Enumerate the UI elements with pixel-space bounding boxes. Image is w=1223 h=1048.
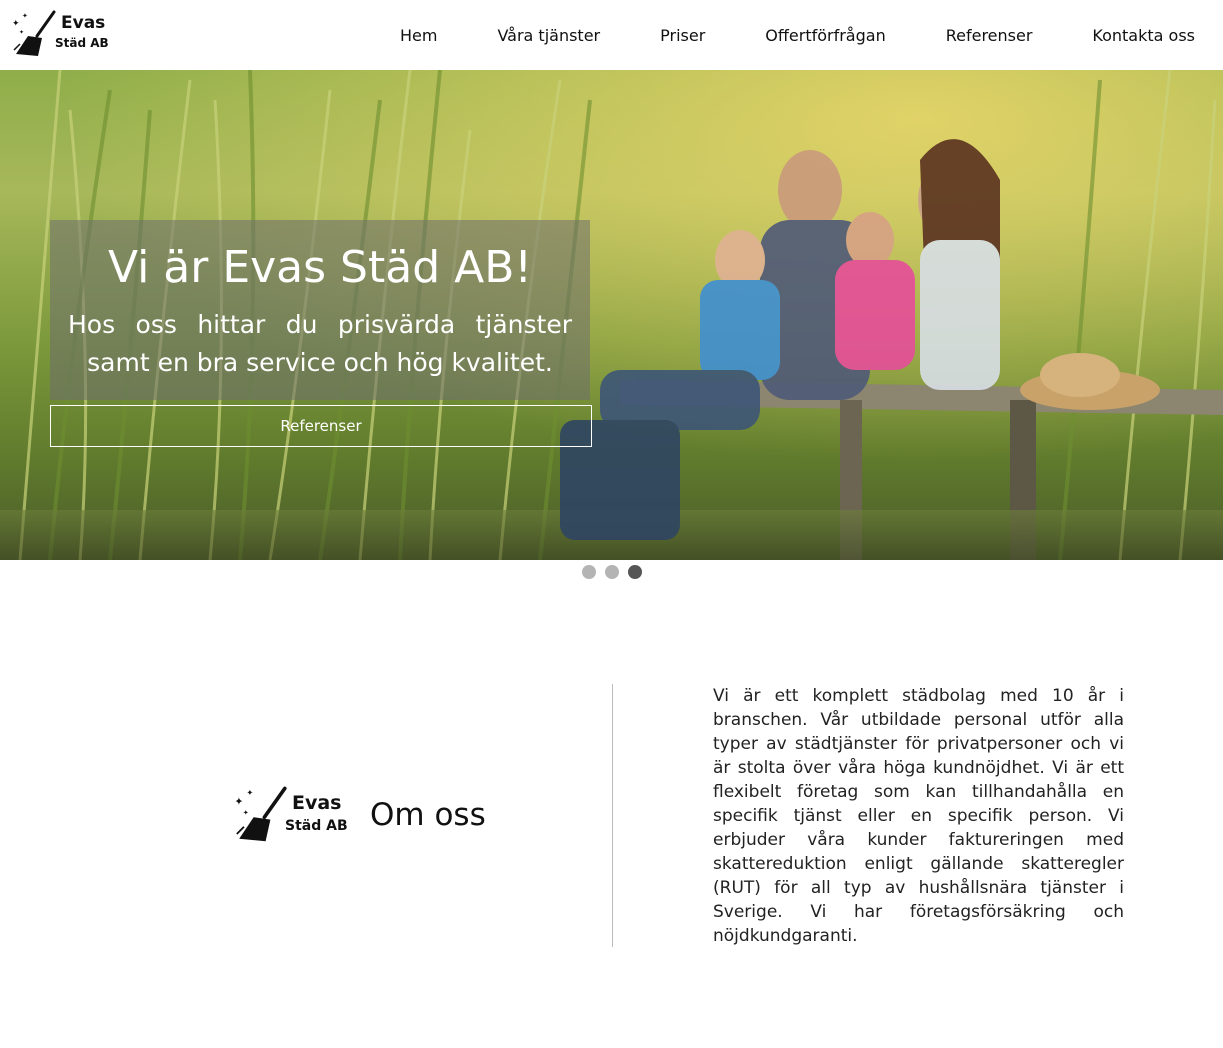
site-header: ✦ ✦ ✦ Evas Städ AB Hem Våra tjänster Pri… [0, 0, 1223, 70]
svg-text:✦: ✦ [22, 12, 28, 20]
svg-text:✦: ✦ [243, 808, 249, 817]
about-title: Om oss [370, 797, 486, 833]
slider-dot-2[interactable] [604, 565, 619, 579]
hero-slider: Vi är Evas Städ AB! Hos oss hittar du pr… [0, 70, 1223, 560]
nav-item-referenser[interactable]: Referenser [946, 26, 1033, 45]
main-nav: Hem Våra tjänster Priser Offertförfrågan… [400, 0, 1195, 70]
logo-text-stad: Städ AB [55, 36, 109, 50]
site-logo[interactable]: ✦ ✦ ✦ Evas Städ AB [10, 10, 110, 60]
nav-item-kontakta-oss[interactable]: Kontakta oss [1092, 26, 1195, 45]
svg-text:✦: ✦ [234, 795, 243, 808]
nav-item-offertforfragan[interactable]: Offertförfrågan [765, 26, 885, 45]
hero-title: Vi är Evas Städ AB! [107, 242, 533, 293]
about-logo-text-evas: Evas [292, 792, 342, 814]
slider-dot-1[interactable] [581, 565, 596, 579]
svg-text:✦: ✦ [19, 29, 24, 36]
hero-subtitle: Hos oss hittar du prisvärda tjänster sam… [68, 310, 572, 377]
section-divider [612, 684, 613, 947]
hero-referenser-button[interactable]: Referenser [50, 405, 592, 447]
about-logo: ✦ ✦ ✦ Evas Städ AB [232, 786, 352, 846]
nav-item-hem[interactable]: Hem [400, 26, 437, 45]
svg-text:✦: ✦ [246, 788, 253, 798]
svg-text:✦: ✦ [12, 19, 20, 29]
slider-dot-3[interactable] [627, 565, 642, 579]
about-body-text: Vi är ett komplett städbolag med 10 år i… [713, 686, 1124, 946]
nav-item-vara-tjanster[interactable]: Våra tjänster [497, 26, 600, 45]
broom-icon: ✦ ✦ ✦ [234, 786, 287, 842]
logo-text-evas: Evas [61, 13, 106, 33]
slider-pagination [0, 565, 1223, 579]
broom-icon: ✦ ✦ ✦ [12, 10, 56, 56]
nav-item-priser[interactable]: Priser [660, 26, 705, 45]
about-logo-text-stad: Städ AB [285, 818, 348, 834]
